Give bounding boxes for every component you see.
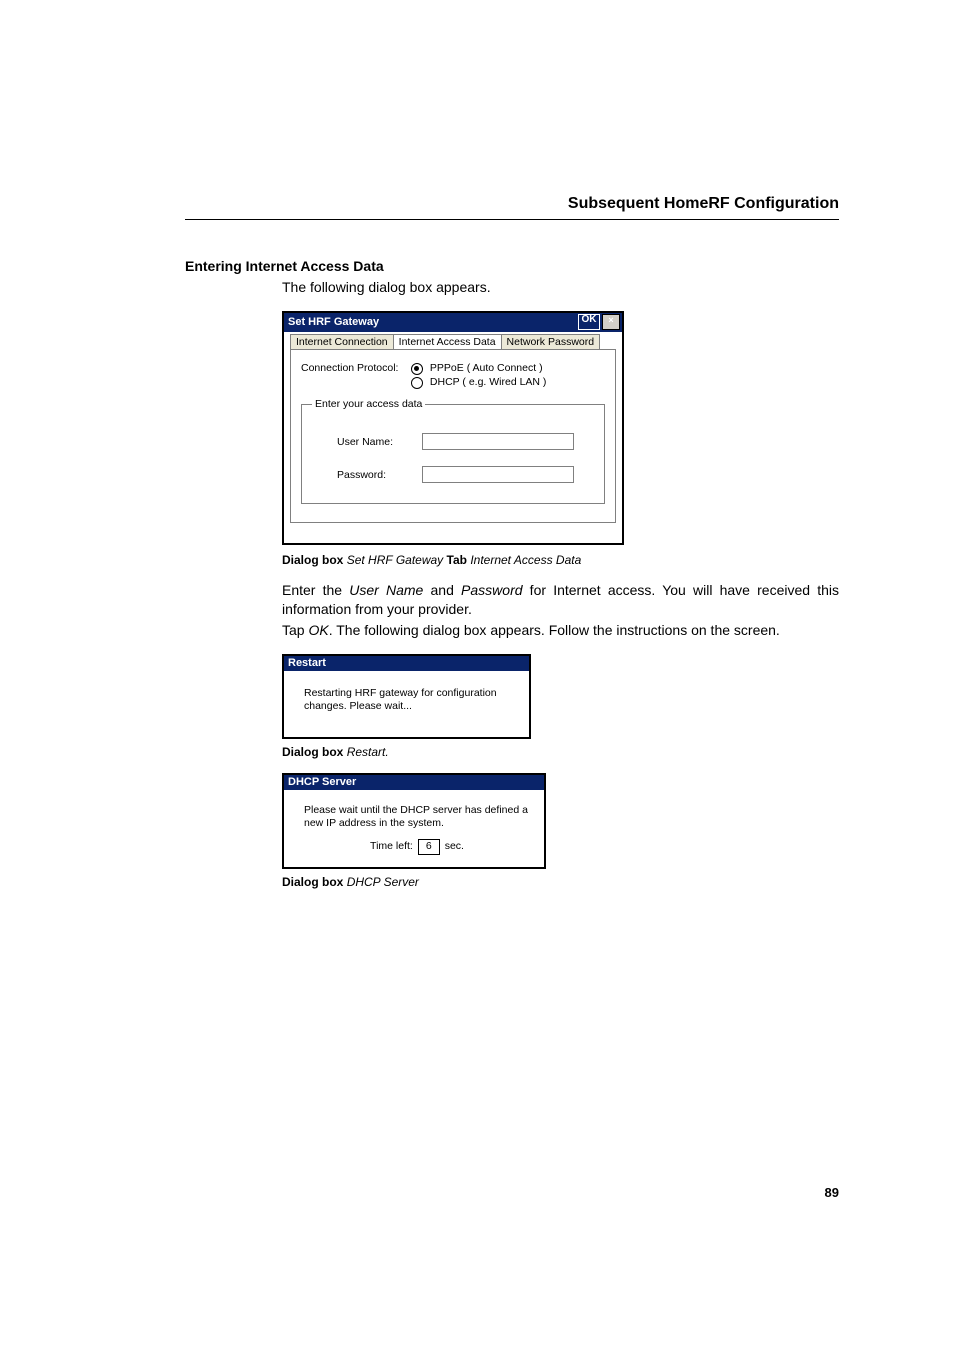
- time-left-label: Time left:: [370, 840, 413, 852]
- time-left-unit: sec.: [445, 840, 464, 852]
- para2: Enter the User Name and Password for Int…: [282, 581, 839, 640]
- connection-protocol-label: Connection Protocol:: [301, 362, 411, 374]
- tab-strip: Internet Connection Internet Access Data…: [290, 334, 616, 349]
- page-number: 89: [825, 1185, 839, 1200]
- dialog-titlebar: Set HRF Gateway OK ×: [284, 313, 622, 332]
- password-label: Password:: [337, 469, 422, 481]
- restart-dialog: Restart Restarting HRF gateway for confi…: [282, 654, 531, 739]
- access-data-fieldset: Enter your access data User Name: Passwo…: [301, 404, 605, 504]
- set-hrf-gateway-dialog: Set HRF Gateway OK × Internet Connection…: [282, 311, 624, 545]
- radio-pppoe[interactable]: [411, 363, 423, 375]
- radio-dhcp[interactable]: [411, 377, 423, 389]
- restart-title: Restart: [288, 657, 326, 669]
- dhcp-server-dialog: DHCP Server Please wait until the DHCP s…: [282, 773, 546, 868]
- dhcp-body-text: Please wait until the DHCP server has de…: [304, 804, 530, 830]
- tab-internet-access-data[interactable]: Internet Access Data: [393, 334, 502, 349]
- dhcp-title: DHCP Server: [288, 776, 356, 788]
- caption-dialog2: Dialog box Restart.: [282, 745, 839, 759]
- caption-dialog1: Dialog box Set HRF Gateway Tab Internet …: [282, 553, 839, 567]
- restart-body: Restarting HRF gateway for configuration…: [284, 671, 529, 737]
- time-left-value: 6: [418, 839, 440, 855]
- username-input[interactable]: [422, 433, 574, 450]
- restart-titlebar: Restart: [284, 656, 529, 671]
- tab-content: Connection Protocol: PPPoE ( Auto Connec…: [290, 349, 616, 523]
- ok-button[interactable]: OK: [578, 314, 600, 330]
- section-heading: Entering Internet Access Data: [185, 258, 839, 274]
- close-button[interactable]: ×: [602, 314, 620, 330]
- fieldset-legend: Enter your access data: [312, 398, 425, 410]
- page-header: Subsequent HomeRF Configuration: [185, 195, 839, 220]
- radio-pppoe-label: PPPoE ( Auto Connect ): [430, 362, 543, 374]
- password-input[interactable]: [422, 466, 574, 483]
- dialog-title: Set HRF Gateway: [288, 316, 379, 328]
- caption-dialog3: Dialog box DHCP Server: [282, 875, 839, 889]
- dhcp-titlebar: DHCP Server: [284, 775, 544, 790]
- tab-internet-connection[interactable]: Internet Connection: [290, 334, 394, 349]
- time-left-row: Time left: 6 sec.: [304, 839, 530, 855]
- radio-dhcp-label: DHCP ( e.g. Wired LAN ): [430, 376, 547, 388]
- tab-network-password[interactable]: Network Password: [501, 334, 601, 349]
- username-label: User Name:: [337, 436, 422, 448]
- intro-text: The following dialog box appears.: [282, 278, 839, 297]
